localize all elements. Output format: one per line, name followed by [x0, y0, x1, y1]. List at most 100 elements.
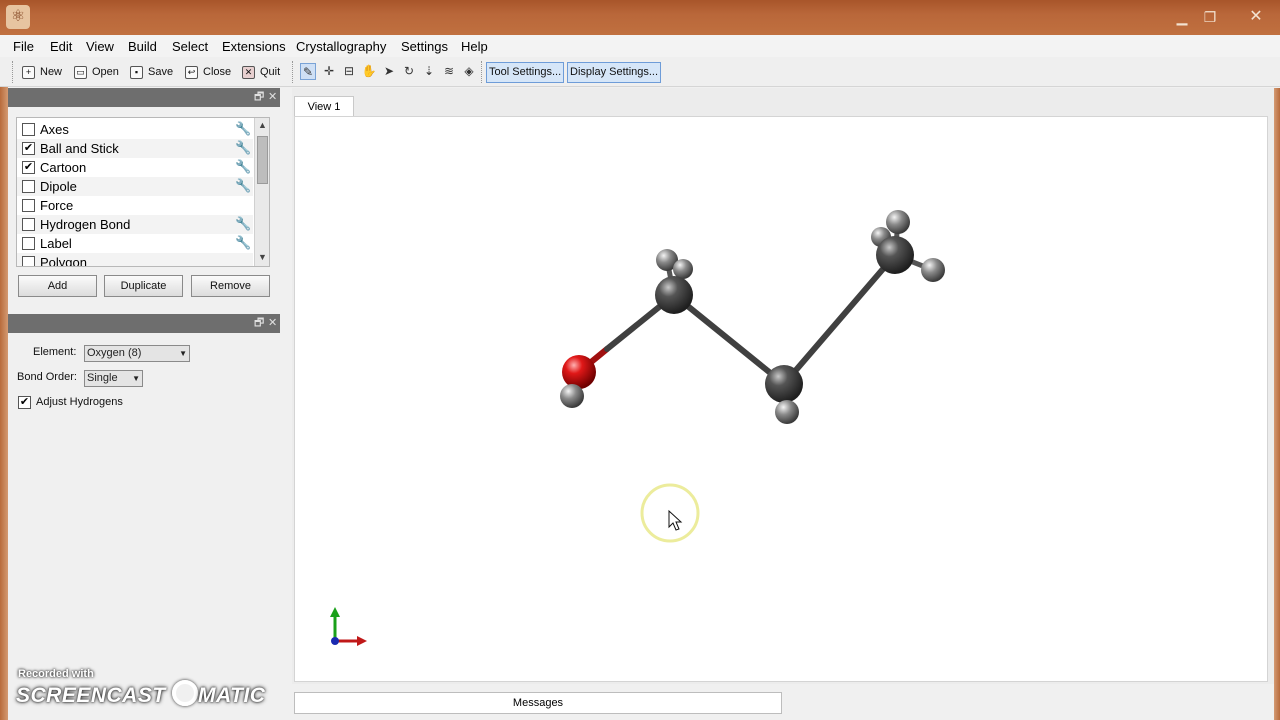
- element-value: Oxygen (8): [87, 347, 142, 359]
- display-types-dock-header[interactable]: 🗗 ✕: [8, 88, 280, 107]
- ball-and-stick-label: Ball and Stick: [40, 141, 119, 156]
- hydrogen-atom[interactable]: [886, 210, 910, 234]
- wrench-icon[interactable]: 🔧: [235, 140, 251, 156]
- hydrogen-bond-label: Hydrogen Bond: [40, 217, 131, 232]
- list-item-ball-and-stick[interactable]: ✔ Ball and Stick 🔧: [17, 139, 253, 158]
- list-item-hydrogen-bond[interactable]: Hydrogen Bond 🔧: [17, 215, 253, 234]
- select-tool-icon[interactable]: ➤: [381, 63, 397, 80]
- list-item-force[interactable]: Force: [17, 196, 253, 215]
- add-button[interactable]: Add: [18, 275, 97, 297]
- hydrogen-atom[interactable]: [775, 400, 799, 424]
- minimize-icon[interactable]: ▁: [1170, 7, 1194, 27]
- bond-c-c-2: [781, 252, 898, 387]
- wrench-icon[interactable]: 🔧: [235, 121, 251, 137]
- manipulate-tool-icon[interactable]: ✋: [361, 63, 377, 80]
- cartoon-checkbox[interactable]: ✔: [22, 161, 35, 174]
- axes-checkbox[interactable]: [22, 123, 35, 136]
- window-left-border: [0, 87, 8, 720]
- open-button[interactable]: ▭ Open: [72, 63, 119, 82]
- menu-settings[interactable]: Settings: [401, 39, 448, 54]
- adjust-hydrogens-checkbox[interactable]: ✔: [18, 396, 31, 409]
- duplicate-button[interactable]: Duplicate: [104, 275, 183, 297]
- scroll-thumb[interactable]: [257, 136, 268, 184]
- element-label: Element:: [33, 346, 77, 358]
- molecule-canvas[interactable]: [294, 116, 1268, 682]
- display-types-scrollbar[interactable]: ▲ ▼: [254, 118, 269, 266]
- carbon-atom[interactable]: [876, 236, 914, 274]
- align-tool-icon[interactable]: ◈: [461, 63, 477, 80]
- close-file-icon: ↩: [185, 66, 198, 79]
- measure-tool-icon[interactable]: ⇣: [421, 63, 437, 80]
- axes-label: Axes: [40, 122, 69, 137]
- draw-tool-icon[interactable]: ✎: [300, 63, 316, 80]
- force-checkbox[interactable]: [22, 199, 35, 212]
- polygon-checkbox[interactable]: [22, 256, 35, 266]
- save-disk-icon: ▪: [130, 66, 143, 79]
- navigate-tool-icon[interactable]: ✛: [321, 63, 337, 80]
- label-label: Label: [40, 236, 72, 251]
- quit-button[interactable]: ✕ Quit: [240, 63, 280, 82]
- menu-view[interactable]: View: [86, 39, 114, 54]
- ball-and-stick-checkbox[interactable]: ✔: [22, 142, 35, 155]
- close-dock-icon[interactable]: ✕: [268, 88, 277, 107]
- menu-help[interactable]: Help: [461, 39, 488, 54]
- list-item-axes[interactable]: Axes 🔧: [17, 120, 253, 139]
- hydrogen-atom[interactable]: [921, 258, 945, 282]
- toolbar-separator-2: [481, 61, 483, 83]
- hydrogen-atom[interactable]: [560, 384, 584, 408]
- menu-crystallography[interactable]: Crystallography: [296, 39, 386, 54]
- new-button[interactable]: + New: [20, 63, 62, 82]
- list-item-polygon[interactable]: Polygon: [17, 253, 253, 266]
- wrench-icon[interactable]: 🔧: [235, 178, 251, 194]
- screencast-o-matic-logo: SCREENCAST MATIC: [16, 680, 265, 712]
- list-item-label[interactable]: Label 🔧: [17, 234, 253, 253]
- save-button[interactable]: ▪ Save: [128, 63, 173, 82]
- list-item-cartoon[interactable]: ✔ Cartoon 🔧: [17, 158, 253, 177]
- menu-file[interactable]: File: [13, 39, 34, 54]
- menu-select[interactable]: Select: [172, 39, 208, 54]
- display-settings-button[interactable]: Display Settings...: [567, 62, 662, 83]
- bond-order-value: Single: [87, 372, 118, 384]
- watermark-brand: SCREENCAST: [16, 684, 166, 707]
- float-dock-icon[interactable]: 🗗: [254, 314, 264, 333]
- toolbar-grip: [12, 61, 14, 83]
- hydrogen-atom[interactable]: [673, 259, 693, 279]
- restore-icon[interactable]: ❐: [1198, 7, 1222, 27]
- tab-view-1[interactable]: View 1: [294, 96, 354, 117]
- window-right-border: [1274, 88, 1280, 720]
- draw-settings-dock-header[interactable]: 🗗 ✕: [8, 314, 280, 333]
- tool-settings-button[interactable]: Tool Settings...: [486, 62, 565, 83]
- menu-build[interactable]: Build: [128, 39, 157, 54]
- list-item-dipole[interactable]: Dipole 🔧: [17, 177, 253, 196]
- label-checkbox[interactable]: [22, 237, 35, 250]
- z-axis-dot: [331, 637, 339, 645]
- auto-optimize-tool-icon[interactable]: ≋: [441, 63, 457, 80]
- messages-tab[interactable]: Messages: [294, 692, 782, 714]
- menu-edit[interactable]: Edit: [50, 39, 72, 54]
- scroll-down-icon[interactable]: ▼: [255, 250, 269, 265]
- bond-centric-tool-icon[interactable]: ⊟: [341, 63, 357, 80]
- close-button[interactable]: ↩ Close: [183, 63, 231, 82]
- adjust-hydrogens-label: Adjust Hydrogens: [36, 396, 123, 408]
- remove-button[interactable]: Remove: [191, 275, 270, 297]
- scroll-up-icon[interactable]: ▲: [255, 118, 269, 133]
- element-select[interactable]: Oxygen (8) ▼: [84, 345, 190, 362]
- new-label: New: [40, 66, 63, 78]
- hydrogen-bond-checkbox[interactable]: [22, 218, 35, 231]
- wrench-icon[interactable]: 🔧: [235, 235, 251, 251]
- avogadro-app-icon[interactable]: ⚛: [6, 5, 30, 29]
- float-dock-icon[interactable]: 🗗: [254, 88, 264, 107]
- dipole-checkbox[interactable]: [22, 180, 35, 193]
- chevron-down-icon: ▼: [179, 349, 187, 358]
- close-dock-icon[interactable]: ✕: [268, 314, 277, 333]
- bond-order-select[interactable]: Single ▼: [84, 370, 143, 387]
- carbon-atom[interactable]: [765, 365, 803, 403]
- quit-icon: ✕: [242, 66, 255, 79]
- menu-extensions[interactable]: Extensions: [222, 39, 286, 54]
- carbon-atom[interactable]: [655, 276, 693, 314]
- close-window-icon[interactable]: ✕: [1244, 7, 1268, 27]
- wrench-icon[interactable]: 🔧: [235, 159, 251, 175]
- oxygen-atom[interactable]: [562, 355, 596, 389]
- wrench-icon[interactable]: 🔧: [235, 216, 251, 232]
- auto-rotate-tool-icon[interactable]: ↻: [401, 63, 417, 80]
